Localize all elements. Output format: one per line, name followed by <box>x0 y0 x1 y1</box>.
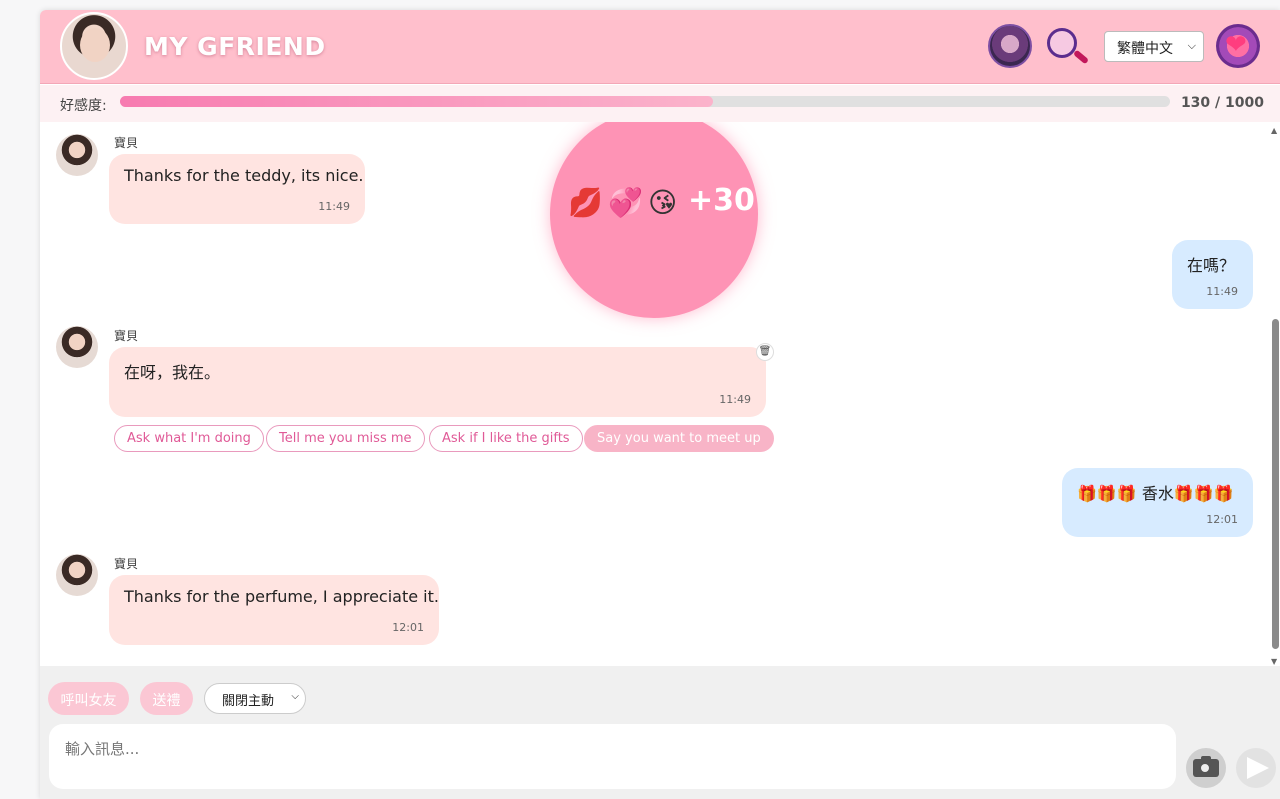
message-text: 在呀，我在。 <box>124 363 221 382</box>
proactive-select[interactable]: 關閉主動 ⌵ <box>204 683 306 714</box>
sender-name: 寶貝 <box>114 136 139 150</box>
message-text: 在嗎？ <box>1187 256 1236 275</box>
scroll-down-icon[interactable]: ▼ <box>1271 657 1277 666</box>
header: MY GFRIEND 繁體中文 ⌵ ❤ <box>40 10 1280 84</box>
avatar[interactable] <box>56 134 98 176</box>
message-bubble: Thanks for the teddy, its nice. 11:49 <box>109 154 365 224</box>
chevron-down-icon: ⌵ <box>1187 39 1196 52</box>
affection-bar: 好感度: 130 / 1000 <box>40 85 1280 122</box>
avatar[interactable] <box>56 326 98 368</box>
language-select[interactable]: 繁體中文 ⌵ <box>1104 31 1204 62</box>
sender-name: 寶貝 <box>114 557 139 571</box>
message-time: 12:01 <box>1206 513 1238 526</box>
girlfriend-gallery-icon[interactable] <box>988 24 1032 68</box>
camera-icon[interactable] <box>1186 748 1226 788</box>
language-select-value: 繁體中文 <box>1117 41 1173 57</box>
kissing-face-icon: 😘 <box>648 186 678 219</box>
message-time: 11:49 <box>318 200 350 213</box>
trash-icon[interactable]: 🗑 <box>756 343 774 361</box>
hearts-icon: 💞 <box>608 186 643 219</box>
message-bubble: 🎁🎁🎁 香水🎁🎁🎁 12:01 <box>1062 468 1253 537</box>
proactive-select-value: 關閉主動 <box>222 694 275 709</box>
send-icon[interactable] <box>1236 748 1276 788</box>
suggestion-chip[interactable]: Ask what I'm doing <box>114 425 264 452</box>
message-bubble: 在嗎？ 11:49 <box>1172 240 1253 309</box>
message-time: 11:49 <box>1206 285 1238 298</box>
affection-label: 好感度: <box>60 98 107 114</box>
affection-track <box>120 96 1170 107</box>
message-text: 🎁🎁🎁 香水🎁🎁🎁 <box>1077 484 1234 503</box>
affection-reward-popup: 💋 💞 😘 +30 <box>550 122 758 318</box>
suggestion-chip[interactable]: Ask if I like the gifts <box>429 425 583 452</box>
scrollbar-thumb[interactable] <box>1272 319 1279 649</box>
suggestion-chip[interactable]: Say you want to meet up <box>584 425 774 452</box>
girlfriend-avatar[interactable] <box>60 12 128 80</box>
sender-name: 寶貝 <box>114 329 139 343</box>
chat-area[interactable]: 寶貝 Thanks for the teddy, its nice. 11:49… <box>40 122 1280 666</box>
message-time: 11:49 <box>719 393 751 406</box>
call-girlfriend-button[interactable]: 呼叫女友 <box>48 682 129 715</box>
send-gift-button[interactable]: 送禮 <box>140 682 193 715</box>
affection-fill <box>120 96 714 107</box>
app-window: MY GFRIEND 繁體中文 ⌵ ❤ 好感度: 130 / 1000 寶貝 T… <box>40 10 1280 799</box>
message-input[interactable]: 輸入訊息... <box>49 724 1176 789</box>
message-text: Thanks for the teddy, its nice. <box>124 166 364 185</box>
app-title: MY GFRIEND <box>144 32 326 61</box>
search-profile-icon[interactable] <box>1045 24 1093 68</box>
kiss-lips-icon: 💋 <box>568 186 603 219</box>
reward-points: +30 <box>688 183 755 218</box>
affection-value: 130 / 1000 <box>1180 95 1264 111</box>
scroll-up-icon[interactable]: ▲ <box>1271 126 1277 135</box>
message-bubble: 在呀，我在。 11:49 <box>109 347 766 417</box>
chat-scrollbar[interactable]: ▲ ▼ <box>1270 126 1280 666</box>
message-bubble: Thanks for the perfume, I appreciate it.… <box>109 575 439 645</box>
heart-settings-icon[interactable]: ❤ <box>1216 24 1260 68</box>
message-input-placeholder: 輸入訊息... <box>65 740 140 758</box>
message-text: Thanks for the perfume, I appreciate it. <box>124 587 439 606</box>
chevron-down-icon: ⌵ <box>291 691 299 702</box>
avatar[interactable] <box>56 554 98 596</box>
suggestion-chip[interactable]: Tell me you miss me <box>266 425 425 452</box>
footer: 呼叫女友 送禮 關閉主動 ⌵ 輸入訊息... <box>40 666 1280 799</box>
message-time: 12:01 <box>392 621 424 634</box>
